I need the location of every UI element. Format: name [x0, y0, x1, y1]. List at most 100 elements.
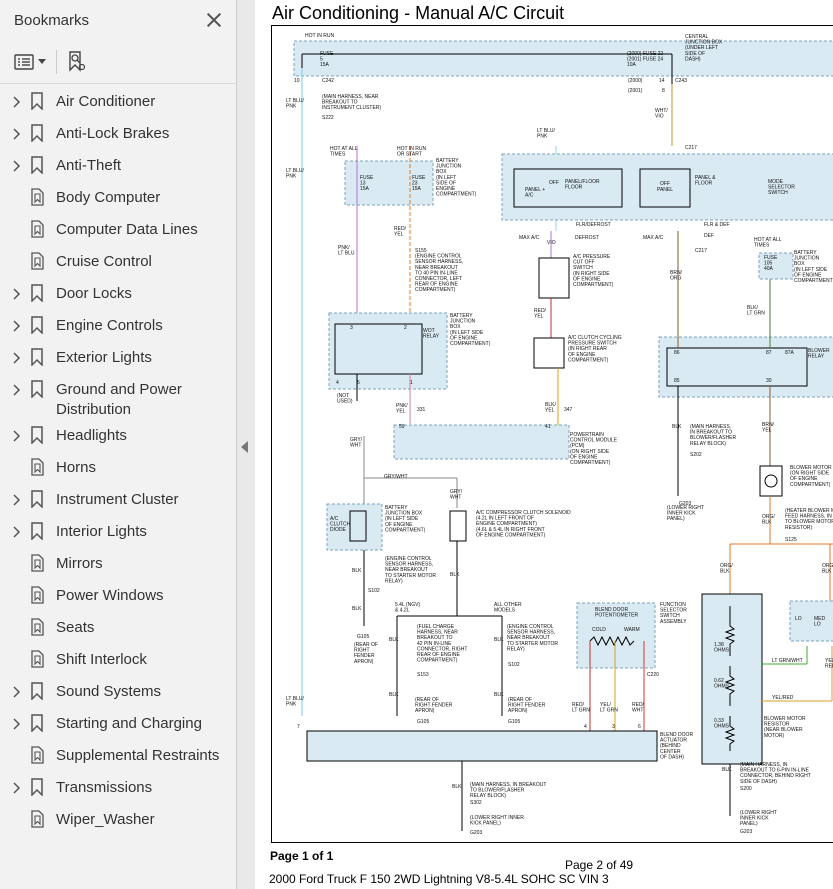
diagram-label-flr-defrost: FLR/DEFROST — [576, 222, 611, 228]
chevron-right-icon[interactable] — [10, 682, 24, 702]
chevron-right-icon[interactable] — [10, 156, 24, 176]
toolbar-divider — [56, 49, 57, 74]
bookmarks-title: Bookmarks — [14, 11, 90, 29]
collapse-arrow-icon[interactable] — [241, 441, 248, 453]
diagram-label-rear-rf-apron: (REAR OF RIGHT FENDER APRON) — [354, 642, 378, 665]
find-bookmark-button[interactable] — [67, 50, 87, 73]
bookmark-item[interactable]: Supplemental Restraints — [0, 746, 236, 778]
panel-splitter[interactable] — [237, 0, 255, 889]
page-bookmark-icon — [30, 810, 46, 830]
diagram-label-bjb-left2: BATTERY JUNCTION BOX (IN LEFT SIDE OF ENGINE… — [794, 250, 833, 284]
diagram-label-main-harness-bfr: (MAIN HARNESS, IN BREAKOUT TO BLOWER/FLAS… — [470, 782, 546, 799]
diagram-label-ac-cycling: A/C CLUTCH CYCLING PRESSURE SWITCH (IN RIG… — [568, 335, 622, 363]
diagram-label-rear-rf2: (REAR OF RIGHT FENDER APRON) — [415, 697, 453, 714]
chevron-right-icon[interactable] — [10, 348, 24, 368]
bookmark-icon — [30, 522, 46, 542]
bookmark-item[interactable]: Anti-Lock Brakes — [0, 124, 236, 156]
diagram-label-bjb-left4: BATTERY JUNCTION BOX (IN LEFT SIDE OF ENGIN… — [385, 505, 426, 533]
diagram-label-lower-right2: (LOWER RIGHT INNER KICK PANEL) — [470, 815, 524, 827]
diagram-label-blk: BLK — [450, 572, 460, 578]
diagram-label-s202: S202 — [690, 452, 702, 458]
chevron-right-icon[interactable] — [10, 380, 24, 400]
diagram-label-bjb-left: BATTERY JUNCTION BOX (IN LEFT SIDE OF ENGINE C… — [436, 158, 477, 198]
page-bookmark-icon — [30, 554, 46, 574]
close-icon[interactable] — [206, 12, 222, 28]
diagram-label-red-wht: RED/WHT — [632, 702, 645, 714]
chevron-right-icon[interactable] — [10, 490, 24, 510]
diagram-label-bjb-left3: BATTERY JUNCTION BOX (IN LEFT SIDE OF ENGINE… — [450, 313, 491, 347]
chevron-right-icon[interactable] — [10, 284, 24, 304]
diagram-label-brn-org: BRN/ORG — [670, 270, 683, 282]
diagram-label-brn-yel: BRN/YEL — [762, 422, 775, 434]
chevron-right-icon[interactable] — [10, 522, 24, 542]
bookmarks-panel: Bookmarks Air Conditioner Anti-Lock Brak… — [0, 0, 237, 889]
bookmark-search-icon — [69, 50, 86, 72]
bookmark-label: Engine Controls — [56, 317, 163, 334]
bookmark-item[interactable]: Mirrors — [0, 554, 236, 586]
bookmark-label: Wiper_Washer — [56, 811, 155, 828]
page-bookmark-icon — [30, 618, 46, 638]
diagram-label-blk: BLK — [494, 637, 504, 643]
bookmark-icon — [30, 490, 46, 510]
bookmark-label: Transmissions — [56, 779, 153, 796]
diagram-label-n41: 41 — [545, 424, 551, 430]
bookmark-item[interactable]: Power Windows — [0, 586, 236, 618]
diagram-label-gry-wht2: GRY/WHT — [384, 474, 408, 480]
bookmark-icon — [30, 714, 46, 734]
bookmark-label: Seats — [56, 619, 95, 636]
diagram-label-fuel-charge: (FUEL CHARGE HARNESS, NEAR BREAKOUT TO 42 P… — [417, 624, 467, 664]
diagram-label-s302: S302 — [470, 800, 482, 806]
chevron-right-icon[interactable] — [10, 426, 24, 446]
bookmark-item[interactable]: Transmissions — [0, 778, 236, 810]
chevron-right-icon[interactable] — [10, 92, 24, 112]
diagram-label-n4: 4 — [584, 724, 587, 730]
bookmark-item[interactable]: Exterior Lights — [0, 348, 236, 380]
bookmark-item[interactable]: Air Conditioner — [0, 92, 236, 124]
diagram-label-blk: BLK — [452, 784, 462, 790]
diagram-label-red-yel: RED/YEL — [534, 308, 547, 320]
bookmark-item[interactable]: Anti-Theft — [0, 156, 236, 188]
bookmarks-toolbar — [0, 40, 236, 84]
bookmark-item[interactable]: Engine Controls — [0, 316, 236, 348]
bookmark-icon — [30, 316, 46, 336]
options-menu-button[interactable] — [14, 53, 46, 70]
bookmark-item[interactable]: Seats — [0, 618, 236, 650]
diagram-label-red-yel: RED/YEL — [394, 226, 407, 238]
diagram-label-org-blk: ORG/BLK — [720, 563, 733, 575]
diagram-label-all-other: ALL OTHER MODELS — [494, 602, 522, 614]
bookmark-item[interactable]: Wiper_Washer — [0, 810, 236, 842]
bookmark-item[interactable]: Computer Data Lines — [0, 220, 236, 252]
bookmark-item[interactable]: Shift Interlock — [0, 650, 236, 682]
bookmark-item[interactable]: Body Computer — [0, 188, 236, 220]
wot-pin-label: 4 — [336, 380, 339, 386]
chevron-right-icon[interactable] — [10, 714, 24, 734]
bookmark-icon — [30, 778, 46, 798]
bookmark-item[interactable]: Ground and Power Distribution — [0, 380, 236, 426]
chevron-right-icon[interactable] — [10, 778, 24, 798]
diagram-label-defrost: DEFROST — [575, 235, 599, 241]
diagram-label-blk: BLK — [389, 692, 399, 698]
diagram-label-top-hot: HOT IN RUN — [305, 33, 334, 39]
bookmark-item[interactable]: Instrument Cluster — [0, 490, 236, 522]
bookmark-item[interactable]: Interior Lights — [0, 522, 236, 554]
diagram-label-hot-run-start: HOT IN RUN OR START — [397, 146, 426, 158]
diagram-label-g203c: G203 — [740, 829, 752, 835]
bookmark-item[interactable]: Headlights — [0, 426, 236, 458]
bookmark-label: Anti-Theft — [56, 157, 122, 174]
bookmark-label: Sound Systems — [56, 683, 162, 700]
diagram-label-main-harness-ic: (MAIN HARNESS, NEAR BREAKOUT TO INSTRUMENT… — [322, 94, 381, 111]
bookmark-item[interactable]: Cruise Control — [0, 252, 236, 284]
bookmark-item[interactable]: Door Locks — [0, 284, 236, 316]
bookmark-item[interactable]: Starting and Charging — [0, 714, 236, 746]
diagram-label-off: OFF — [660, 181, 670, 187]
bookmark-item[interactable]: Sound Systems — [0, 682, 236, 714]
chevron-right-icon[interactable] — [10, 316, 24, 336]
bookmark-label: Air Conditioner — [56, 93, 156, 110]
bookmark-label: Starting and Charging — [56, 715, 202, 732]
bookmark-item[interactable]: Horns — [0, 458, 236, 490]
wot-pin-label: 5 — [357, 380, 360, 386]
diagram-label-not-used: (NOT USED) — [337, 393, 353, 405]
bookmark-label: Computer Data Lines — [56, 221, 198, 238]
chevron-right-icon[interactable] — [10, 124, 24, 144]
diagram-label-main-harness-6pin: (MAIN HARNESS, IN BREAKOUT TO 6-PIN IN-LI… — [740, 762, 811, 785]
